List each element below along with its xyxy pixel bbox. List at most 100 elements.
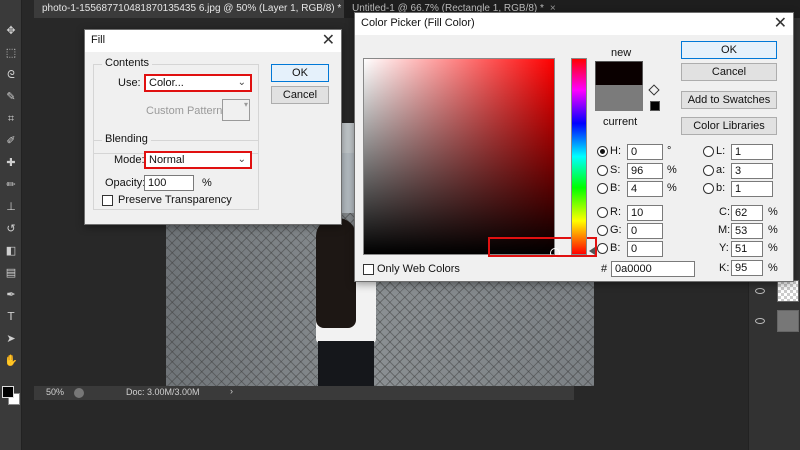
radio-a[interactable] [703, 165, 714, 176]
hex-input[interactable]: 0a0000 [611, 261, 695, 277]
marquee-tool-icon[interactable]: ⬚ [4, 46, 18, 60]
fill-dialog: Fill ✕ Contents Use: Color... ⌄ Custom P… [84, 29, 342, 225]
brightness-input[interactable]: 4 [627, 181, 663, 197]
saturation-label: S: [610, 164, 621, 176]
layer-thumbnail[interactable] [777, 310, 799, 332]
black-unit: % [768, 262, 778, 274]
hand-tool-icon[interactable]: ✋ [4, 354, 18, 368]
close-icon[interactable]: ✕ [774, 14, 787, 32]
web-safe-icon[interactable] [650, 101, 660, 111]
eyedropper-tool-icon[interactable]: ✐ [4, 134, 18, 148]
blue-input[interactable]: 0 [627, 241, 663, 257]
magenta-input[interactable]: 53 [731, 223, 763, 239]
cancel-button[interactable]: Cancel [271, 86, 329, 104]
radio-blue[interactable] [597, 243, 608, 254]
stamp-tool-icon[interactable]: ⊥ [4, 200, 18, 214]
hue-unit: ° [667, 145, 672, 157]
radio-b[interactable] [703, 183, 714, 194]
zoom-level[interactable]: 50% [46, 387, 64, 397]
mode-select[interactable]: Normal ⌄ [144, 151, 252, 169]
cyan-unit: % [768, 206, 778, 218]
opacity-input[interactable]: 100 [144, 175, 194, 191]
only-web-colors-label: Only Web Colors [377, 263, 460, 275]
move-tool-icon[interactable]: ✥ [4, 24, 18, 38]
blue-label: B: [610, 242, 621, 254]
hue-input[interactable]: 0 [627, 144, 663, 160]
red-input[interactable]: 10 [627, 205, 663, 221]
current-color-swatch[interactable] [595, 85, 643, 111]
yellow-input[interactable]: 51 [731, 241, 763, 257]
status-bar: 50% Doc: 3.00M/3.00M › [34, 386, 574, 400]
blending-group: Blending Mode: Normal ⌄ Opacity: 100 % P… [93, 133, 259, 210]
only-web-colors-checkbox[interactable] [363, 264, 374, 275]
lab-l-input[interactable]: 1 [731, 144, 773, 160]
eye-icon[interactable] [755, 318, 765, 324]
black-input[interactable]: 95 [731, 260, 763, 276]
new-label: new [611, 47, 632, 59]
radio-hue[interactable] [597, 146, 608, 157]
lasso-tool-icon[interactable]: ᘓ [4, 68, 18, 82]
ok-button[interactable]: OK [681, 41, 777, 59]
ok-button[interactable]: OK [271, 64, 329, 82]
preserve-transparency-checkbox[interactable] [102, 195, 113, 206]
chevron-right-icon[interactable]: › [230, 386, 233, 396]
radio-brightness[interactable] [597, 183, 608, 194]
layer-thumbnail[interactable] [777, 280, 799, 302]
pen-tool-icon[interactable]: ✒ [4, 288, 18, 302]
chevron-down-icon: ⌄ [237, 77, 246, 88]
status-icon[interactable] [74, 388, 84, 398]
color-libraries-button[interactable]: Color Libraries [681, 117, 777, 135]
brush-tool-icon[interactable]: ✏ [4, 178, 18, 192]
yellow-unit: % [768, 242, 778, 254]
lab-b-input[interactable]: 1 [731, 181, 773, 197]
mode-value: Normal [149, 154, 185, 166]
radio-red[interactable] [597, 207, 608, 218]
foreground-color-swatch[interactable] [2, 386, 14, 398]
quick-select-tool-icon[interactable]: ✎ [4, 90, 18, 104]
red-label: R: [610, 206, 621, 218]
healing-tool-icon[interactable]: ✚ [4, 156, 18, 170]
close-icon[interactable]: ✕ [322, 31, 335, 49]
eraser-tool-icon[interactable]: ◧ [4, 244, 18, 258]
opacity-unit: % [202, 177, 212, 189]
color-picker-dialog: Color Picker (Fill Color) ✕ new current … [354, 12, 794, 282]
hue-slider-handle[interactable] [589, 247, 595, 255]
fill-title: Fill [91, 34, 106, 46]
hex-label: # [601, 263, 608, 275]
lab-l-label: L: [716, 145, 726, 157]
tab-photo-label: photo-1-155687710481870135435 6.jpg @ 50… [42, 3, 342, 14]
custom-pattern-picker[interactable]: ▾ [222, 99, 250, 121]
radio-lightness[interactable] [703, 146, 714, 157]
black-label: K: [719, 262, 730, 274]
tab-photo[interactable]: photo-1-155687710481870135435 6.jpg @ 50… [34, 0, 344, 18]
radio-green[interactable] [597, 225, 608, 236]
lab-a-input[interactable]: 3 [731, 163, 773, 179]
use-value: Color... [149, 77, 184, 89]
cancel-button[interactable]: Cancel [681, 63, 777, 81]
contents-legend: Contents [102, 57, 153, 69]
saturation-input[interactable]: 96 [627, 163, 663, 179]
history-brush-icon[interactable]: ↺ [4, 222, 18, 236]
radio-saturation[interactable] [597, 165, 608, 176]
crop-tool-icon[interactable]: ⌗ [4, 112, 18, 126]
add-to-swatches-button[interactable]: Add to Swatches [681, 91, 777, 109]
yellow-label: Y: [719, 242, 729, 254]
green-input[interactable]: 0 [627, 223, 663, 239]
type-tool-icon[interactable]: T [4, 310, 18, 324]
hue-slider[interactable] [571, 58, 587, 255]
cube-icon[interactable] [648, 84, 660, 96]
use-select[interactable]: Color... ⌄ [144, 74, 252, 92]
lab-a-label: a: [716, 164, 726, 176]
lab-b-label: b: [716, 182, 726, 194]
current-label: current [603, 116, 638, 128]
green-label: G: [610, 224, 622, 236]
color-field[interactable] [363, 58, 560, 258]
gradient-tool-icon[interactable]: ▤ [4, 266, 18, 280]
doc-size: Doc: 3.00M/3.00M [126, 387, 200, 397]
custom-pattern-label: Custom Pattern: [146, 105, 226, 117]
magenta-unit: % [768, 224, 778, 236]
eye-icon[interactable] [755, 288, 765, 294]
cyan-input[interactable]: 62 [731, 205, 763, 221]
path-select-icon[interactable]: ➤ [4, 332, 18, 346]
fill-titlebar: Fill ✕ [85, 30, 341, 52]
